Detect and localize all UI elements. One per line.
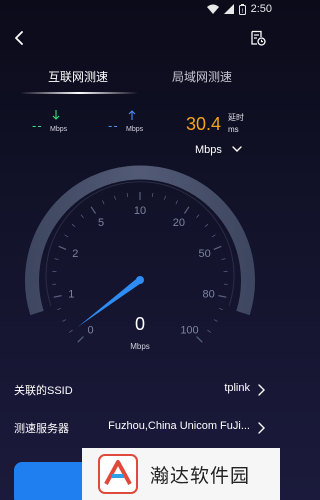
- upload-value: --: [108, 118, 119, 133]
- gauge-major-tick: [90, 206, 97, 214]
- ssid-label: 关联的SSID: [14, 385, 73, 397]
- history-clock-icon: [250, 30, 266, 51]
- gauge-tick-label: 50: [199, 248, 211, 260]
- gauge-tick-label: 5: [98, 217, 104, 229]
- upload-unit: Mbps: [126, 126, 144, 133]
- download-stat: -- Mbps: [32, 110, 92, 140]
- gauge-minor-tick: [211, 234, 216, 238]
- gauge-tick-label: 20: [173, 217, 185, 229]
- gauge-minor-tick: [164, 195, 166, 200]
- server-label: 测速服务器: [14, 423, 69, 435]
- back-button[interactable]: [9, 30, 29, 50]
- gauge-tick-label: 2: [72, 248, 78, 260]
- gauge-minor-tick: [80, 214, 84, 218]
- gauge-minor-tick: [64, 234, 69, 238]
- gauge-minor-tick: [196, 214, 200, 218]
- ssid-value: tplink: [224, 382, 250, 394]
- speedtest-tabs: 互联网测速 局域网测速: [0, 68, 280, 96]
- latency-stat: 30.4 延时 ms: [186, 112, 256, 142]
- speedtest-server-row[interactable]: 测速服务器 Fuzhou,China Unicom FuJi...: [0, 416, 280, 438]
- watermark-text: 瀚达软件园: [150, 464, 251, 487]
- latency-value: 30.4: [186, 114, 222, 134]
- gauge-minor-tick: [102, 200, 105, 205]
- gauge-major-tick: [218, 295, 227, 298]
- arrow-down-icon: [52, 110, 60, 123]
- wifi-icon: [206, 4, 219, 14]
- gauge-minor-tick: [54, 258, 59, 260]
- gauge-minor-tick: [221, 258, 226, 260]
- history-button[interactable]: [248, 30, 268, 50]
- current-speed-value: 0: [134, 314, 145, 334]
- gauge-minor-tick: [71, 223, 76, 227]
- gauge-major-tick: [58, 245, 67, 250]
- watermark-banner: 瀚达软件园: [82, 448, 280, 500]
- battery-icon: !: [238, 3, 246, 15]
- latency-unit: ms: [228, 125, 239, 134]
- tab-internet-speedtest[interactable]: 互联网测速: [18, 68, 138, 85]
- gauge-tick-label: 1: [68, 289, 74, 301]
- app-header: [0, 26, 280, 54]
- server-value: Fuzhou,China Unicom FuJi...: [108, 420, 250, 432]
- ssid-row[interactable]: 关联的SSID tplink: [0, 378, 280, 400]
- gauge-minor-tick: [151, 192, 154, 197]
- gauge-minor-tick: [175, 200, 178, 205]
- gauge-tick-label: 10: [134, 205, 146, 217]
- upload-stat: -- Mbps: [108, 110, 168, 140]
- gauge-minor-tick: [114, 195, 116, 200]
- gauge-major-tick: [213, 245, 222, 250]
- gauge-minor-tick: [126, 192, 129, 197]
- chevron-right-icon: [257, 383, 267, 396]
- gauge-minor-tick: [204, 223, 209, 227]
- status-bar: ! 2:50: [0, 0, 280, 18]
- gauge-needle-hub: [136, 276, 144, 284]
- download-unit: Mbps: [50, 126, 68, 133]
- latency-label: 延时: [228, 113, 244, 122]
- tab-lan-speedtest[interactable]: 局域网测速: [142, 68, 262, 85]
- gauge-minor-tick: [57, 307, 62, 310]
- status-time: 2:50: [250, 3, 272, 15]
- download-value: --: [32, 118, 43, 133]
- active-tab-indicator: [20, 92, 138, 94]
- arrow-up-icon: [128, 110, 136, 123]
- chevron-right-icon: [257, 421, 267, 434]
- signal-icon: [223, 4, 234, 14]
- back-arrow-icon: [13, 30, 25, 50]
- gauge-major-tick: [183, 206, 190, 214]
- gauge-minor-tick: [218, 307, 223, 310]
- gauge-tick-label: 80: [203, 289, 215, 301]
- current-speed-unit: Mbps: [130, 342, 150, 351]
- gauge-major-tick: [53, 295, 62, 298]
- watermark-logo-icon: [98, 454, 138, 494]
